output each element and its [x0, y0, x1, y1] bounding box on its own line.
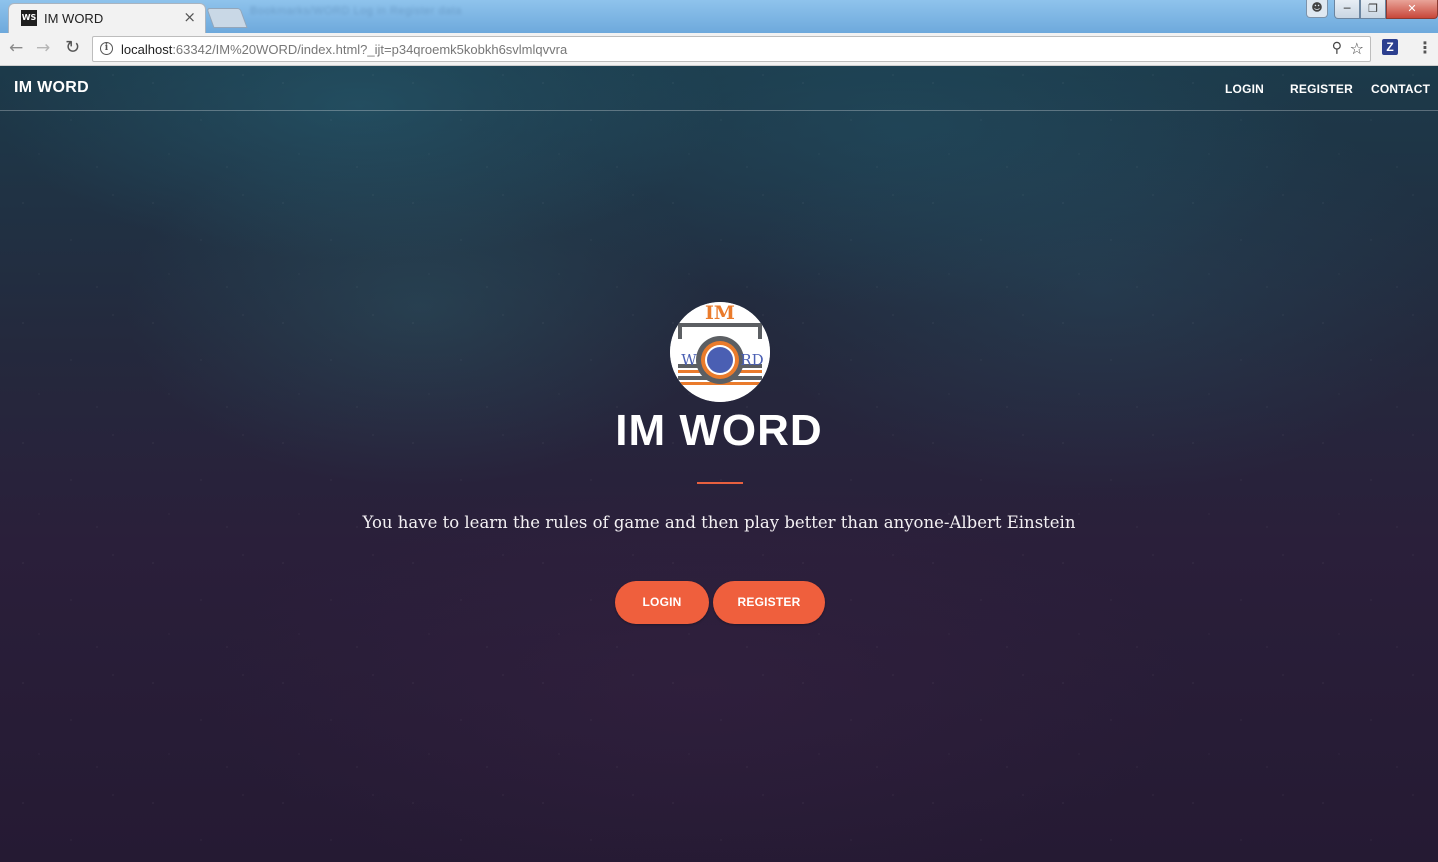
extension-icon[interactable]: Z — [1382, 39, 1398, 55]
svg-text:RD: RD — [740, 351, 763, 369]
svg-text:IM: IM — [705, 302, 735, 324]
hero-quote: You have to learn the rules of game and … — [362, 513, 1076, 532]
browser-tab[interactable]: WS IM WORD × — [8, 3, 206, 33]
maximize-icon[interactable]: ❐ — [1360, 0, 1386, 19]
tab-close-icon[interactable]: × — [183, 8, 196, 26]
close-icon[interactable]: ✕ — [1386, 0, 1438, 19]
svg-text:W: W — [681, 351, 697, 369]
url-path: :63342/IM%20WORD/index.html?_ijt=p34qroe… — [172, 42, 568, 57]
navbar-brand[interactable]: IM WORD — [14, 79, 89, 97]
hero-register-button[interactable]: REGISTER — [713, 581, 825, 624]
new-tab-button[interactable] — [206, 8, 248, 28]
im-word-logo: IM W RD — [670, 302, 770, 402]
back-arrow-icon[interactable]: ← — [9, 38, 23, 58]
reload-icon[interactable]: ↻ — [65, 37, 80, 58]
menu-icon[interactable]: ⋮ — [1417, 38, 1433, 57]
nav-contact-link[interactable]: CONTACT — [1371, 82, 1430, 96]
info-icon[interactable]: i — [100, 42, 113, 55]
minimize-icon[interactable]: ─ — [1334, 0, 1360, 19]
zoom-icon[interactable]: ⚲ — [1332, 40, 1342, 56]
camera-logo-icon: IM W RD — [670, 302, 770, 402]
address-bar[interactable]: i localhost:63342/IM%20WORD/index.html?_… — [92, 36, 1371, 62]
star-icon[interactable]: ☆ — [1350, 39, 1364, 58]
forward-arrow-icon[interactable]: → — [36, 38, 50, 58]
url-text[interactable]: localhost:63342/IM%20WORD/index.html?_ij… — [121, 42, 567, 57]
landing-page: IM WORD LOGIN REGISTER CONTACT IM W RD I… — [0, 66, 1438, 862]
top-navbar: IM WORD LOGIN REGISTER CONTACT — [0, 66, 1438, 111]
nav-login-link[interactable]: LOGIN — [1225, 82, 1264, 96]
browser-toolbar: ← → ↻ i localhost:63342/IM%20WORD/index.… — [0, 33, 1438, 66]
blurred-background-tabs: Bookmarks/WORD Log in Register data — [250, 5, 462, 17]
webstorm-favicon-icon: WS — [21, 10, 37, 26]
user-icon[interactable]: ☻ — [1306, 0, 1328, 18]
nav-register-link[interactable]: REGISTER — [1290, 82, 1353, 96]
hero-title: IM WORD — [615, 406, 823, 455]
hero-login-button[interactable]: LOGIN — [615, 581, 709, 624]
hero-divider — [697, 482, 743, 484]
tab-title: IM WORD — [44, 11, 104, 26]
url-host: localhost — [121, 42, 173, 57]
browser-title-bar: WS IM WORD × Bookmarks/WORD Log in Regis… — [0, 0, 1438, 33]
starfield-background — [0, 66, 1438, 862]
